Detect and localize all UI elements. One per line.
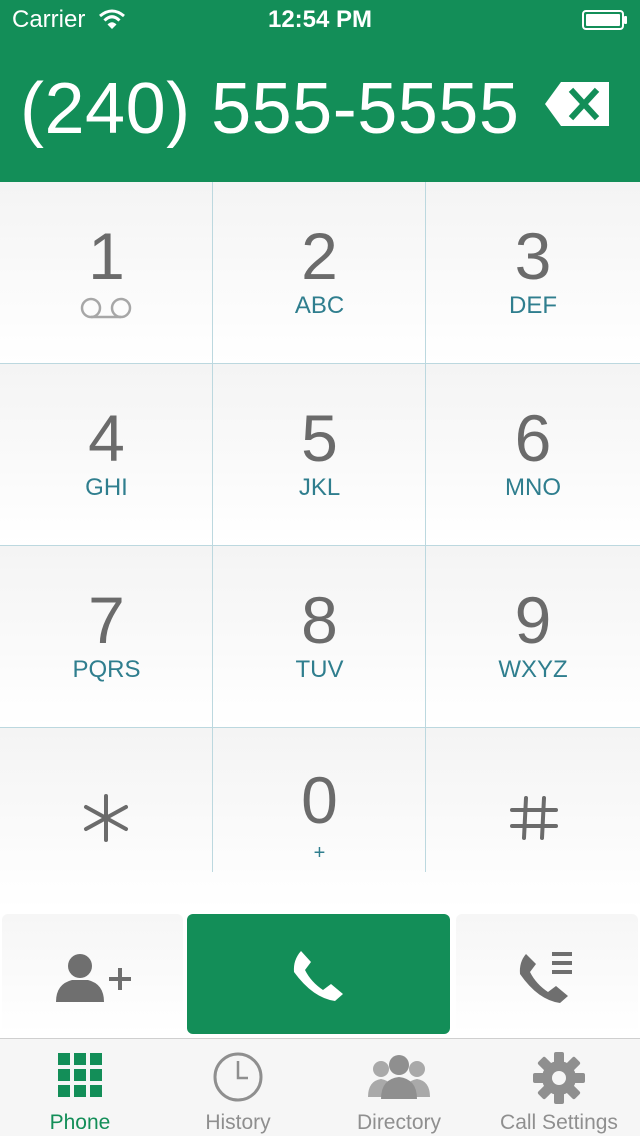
voicemail-icon [80, 297, 132, 319]
phone-icon [293, 951, 343, 1001]
tab-bar: Phone History Directory Call Settings [0, 1038, 640, 1136]
key-digit: 2 [301, 219, 338, 293]
key-star[interactable] [0, 728, 213, 910]
key-letters: GHI [85, 474, 128, 501]
status-bar: Carrier 12:54 PM [0, 0, 640, 40]
tab-label: Call Settings [500, 1111, 618, 1134]
key-digit: 7 [88, 583, 125, 657]
grid-icon [58, 1053, 102, 1097]
key-digit: 8 [301, 583, 338, 657]
tab-label: Phone [49, 1111, 111, 1134]
key-digit: 6 [514, 401, 552, 475]
key-digit: 9 [514, 583, 552, 657]
clock-icon [213, 1052, 263, 1102]
hash-icon [510, 796, 558, 840]
dialer-header: Carrier 12:54 PM (240) 555-5555 [0, 0, 640, 182]
key-letters: DEF [509, 292, 557, 319]
tab-call-settings[interactable]: Call Settings [479, 1039, 639, 1137]
key-letters: PQRS [72, 656, 141, 683]
key-letters: TUV [295, 656, 344, 683]
keypad-divider [0, 545, 640, 546]
dialed-number: (240) 555-5555 [20, 69, 520, 149]
key-0[interactable]: 0 + [213, 728, 426, 910]
key-9[interactable]: 9 WXYZ [426, 546, 640, 728]
keypad-divider [0, 727, 640, 728]
call-list-button[interactable] [456, 914, 638, 1034]
key-4[interactable]: 4 GHI [0, 364, 213, 546]
action-row [0, 910, 640, 1038]
key-6[interactable]: 6 MNO [426, 364, 640, 546]
key-digit: 4 [88, 401, 125, 475]
key-digit: 0 [301, 763, 338, 837]
add-contact-button[interactable] [2, 914, 183, 1034]
tab-history[interactable]: History [158, 1039, 318, 1137]
phone-list-icon [519, 952, 572, 1003]
status-time: 12:54 PM [267, 6, 373, 33]
asterisk-icon [84, 794, 128, 842]
tab-label: Directory [356, 1111, 441, 1134]
key-letters: ABC [294, 292, 345, 319]
key-letters: WXYZ [498, 656, 568, 683]
key-digit: 1 [88, 219, 125, 293]
people-icon [368, 1055, 430, 1099]
tab-directory[interactable]: Directory [319, 1039, 479, 1137]
keypad-divider [425, 182, 426, 872]
key-hash[interactable] [426, 728, 640, 910]
key-letters: + [313, 842, 326, 864]
key-1[interactable]: 1 [0, 182, 213, 364]
key-5[interactable]: 5 JKL [213, 364, 426, 546]
keypad-divider [0, 363, 640, 364]
call-button[interactable] [187, 914, 450, 1034]
key-7[interactable]: 7 PQRS [0, 546, 213, 728]
tab-label: History [205, 1111, 271, 1134]
keypad: 1 2 ABC 3 DEF 4 GHI 5 JKL 6 MNO 7 PQRS 8… [0, 182, 640, 910]
battery-icon [582, 10, 627, 30]
add-contact-icon [56, 954, 131, 1002]
keypad-divider [212, 182, 213, 872]
key-digit: 5 [301, 401, 338, 475]
key-8[interactable]: 8 TUV [213, 546, 426, 728]
key-letters: MNO [505, 474, 561, 501]
key-letters: JKL [298, 474, 341, 501]
backspace-icon[interactable] [543, 80, 611, 128]
key-digit: 3 [514, 219, 552, 293]
key-2[interactable]: 2 ABC [213, 182, 426, 364]
gear-icon [533, 1052, 585, 1104]
tab-phone[interactable]: Phone [0, 1039, 160, 1137]
key-3[interactable]: 3 DEF [426, 182, 640, 364]
